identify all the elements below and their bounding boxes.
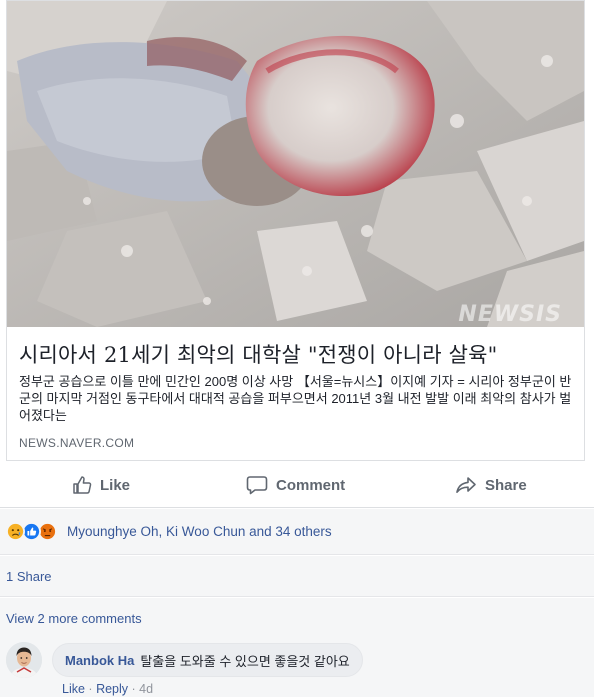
thumbs-up-icon [73, 476, 92, 494]
comment-bubble[interactable]: Manbok Ha 탈출을 도와줄 수 있으면 좋을것 같아요 [52, 643, 363, 677]
share-count-row: 1 Share [0, 556, 594, 597]
share-arrow-icon [456, 477, 476, 493]
separator-dot: · [131, 682, 140, 696]
reaction-icons[interactable] [6, 522, 66, 542]
share-count-link[interactable]: 1 Share [6, 569, 52, 584]
comments-section: View 2 more comments Manbok Ha 탈출을 도와줄 수… [0, 598, 594, 697]
comment-reply-link[interactable]: Reply [96, 682, 128, 696]
comment-timestamp[interactable]: 4d [139, 682, 153, 696]
avatar-person-icon [6, 642, 42, 678]
rubble-photo-illustration [7, 1, 584, 327]
reactions-summary[interactable]: Myounghye Oh, Ki Woo Chun and 34 others [0, 509, 594, 555]
article-photo[interactable]: NEWSIS [7, 1, 584, 327]
article-domain: NEWS.NAVER.COM [19, 436, 135, 450]
comment-bubble-icon [246, 476, 268, 495]
view-more-comments-link[interactable]: View 2 more comments [6, 611, 142, 626]
comment-like-link[interactable]: Like [62, 682, 85, 696]
photo-watermark: NEWSIS [458, 302, 562, 327]
share-button[interactable]: Share [455, 472, 527, 498]
comment-author[interactable]: Manbok Ha [65, 653, 134, 668]
sad-icon [6, 522, 25, 541]
comment-text: 탈출을 도와줄 수 있으면 좋을것 같아요 [140, 653, 350, 669]
article-headline[interactable]: 시리아서 21세기 최악의 대학살 "전쟁이 아니라 살육" [19, 339, 498, 369]
comment-button[interactable]: Comment [246, 472, 345, 498]
reactions-summary-text[interactable]: Myounghye Oh, Ki Woo Chun and 34 others [67, 524, 332, 539]
link-card-body[interactable]: 시리아서 21세기 최악의 대학살 "전쟁이 아니라 살육" 정부군 공습으로 … [7, 327, 584, 460]
post-action-bar: Like Comment Share [0, 462, 594, 508]
comment-actions: Like · Reply · 4d [62, 682, 153, 696]
article-description: 정부군 공습으로 이틀 만에 민간인 200명 이상 사망 【서울=뉴시스】이지… [19, 374, 572, 423]
comment-label: Comment [276, 476, 346, 494]
avatar[interactable] [6, 642, 42, 678]
link-preview-card[interactable]: NEWSIS 시리아서 21세기 최악의 대학살 "전쟁이 아니라 살육" 정부… [6, 0, 585, 461]
separator-dot: · [88, 682, 97, 696]
share-label: Share [485, 476, 527, 494]
like-label: Like [100, 476, 131, 494]
like-button[interactable]: Like [72, 472, 130, 498]
